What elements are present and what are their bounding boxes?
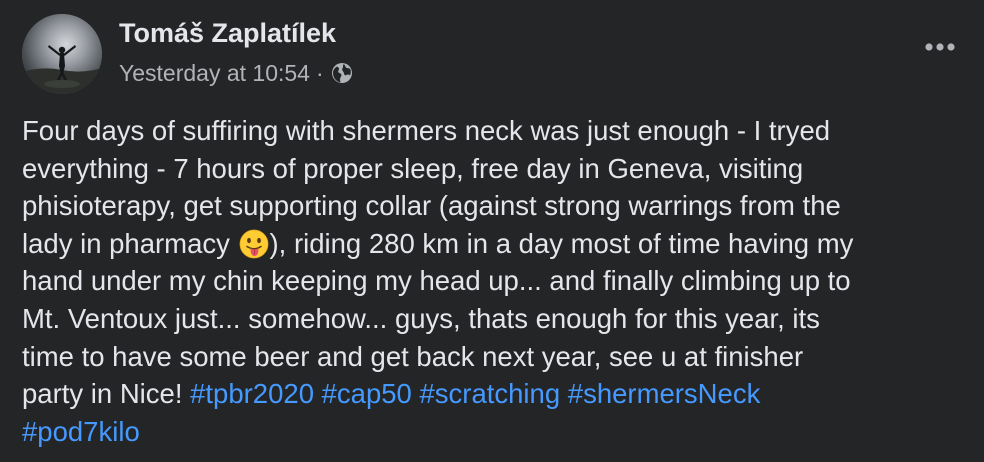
post-meta: Yesterday at 10:54 · [119, 59, 354, 87]
post-text-line: time to have some beer and get back next… [22, 340, 804, 372]
hashtag-link[interactable]: #scratching [420, 378, 561, 409]
post-text-line: phisioterapy, get supporting collar (aga… [22, 190, 841, 222]
face-with-tongue-emoji [239, 229, 269, 259]
post-text-segment: lady in pharmacy [22, 227, 230, 259]
post-text-line: Mt. Ventoux just... somehow... guys, tha… [22, 302, 820, 334]
meta-separator: · [315, 59, 324, 86]
hashtag-link[interactable]: #shermersNeck [568, 378, 761, 409]
hashtag-link[interactable]: #tpbr2020 [190, 378, 314, 409]
post-text-segment: ), riding 280 km in a day most of time h… [269, 227, 854, 259]
author-avatar[interactable] [22, 14, 102, 94]
post-text-line: hand under my chin keeping my head up...… [22, 265, 851, 297]
post-text-line: Four days of suffiring with shermers nec… [22, 115, 831, 146]
hashtag-link[interactable]: #cap50 [322, 378, 412, 409]
post-text-line-hashtags: #pod7kilo [22, 413, 967, 451]
more-options-button[interactable] [918, 25, 962, 69]
post-text-line-with-hashtags: party in Nice! #tpbr2020 #cap50 #scratch… [22, 375, 967, 413]
avatar-photo [22, 14, 102, 94]
post-text: Four days of suffiring with shermers nec… [22, 112, 967, 450]
post-text-line-with-emoji: lady in pharmacy ), riding 280 km in a d… [22, 225, 967, 263]
post-card: Tomáš Zaplatílek Yesterday at 10:54 · Fo… [0, 0, 984, 462]
more-horizontal-icon [925, 43, 955, 51]
post-text-segment: party in Nice! [22, 378, 191, 410]
post-text-line: everything - 7 hours of proper sleep, fr… [22, 152, 804, 184]
hashtag-link[interactable]: #pod7kilo [22, 416, 140, 447]
post-timestamp[interactable]: Yesterday at 10:54 [119, 60, 310, 87]
author-name[interactable]: Tomáš Zaplatílek [119, 18, 336, 49]
globe-icon [330, 61, 354, 85]
